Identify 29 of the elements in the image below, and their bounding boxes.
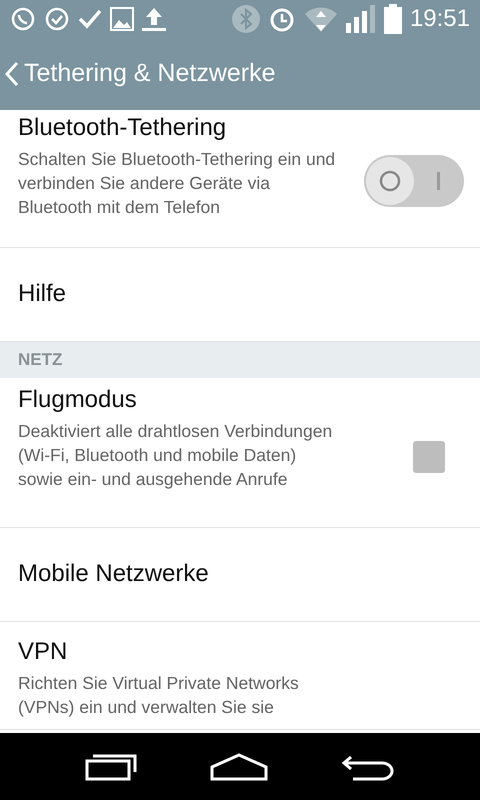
- settings-item[interactable]: VPN Richten Sie Virtual Private Networks (VPNs) ein und verwalten Sie sie: [0, 622, 480, 730]
- home-icon[interactable]: [210, 752, 268, 780]
- settings-item[interactable]: Mobile Netzwerke: [0, 528, 480, 622]
- chat-icon: [10, 6, 36, 32]
- signal-icon: [346, 5, 376, 33]
- recent-apps-icon[interactable]: [84, 752, 137, 780]
- item-title: Flugmodus: [18, 386, 138, 415]
- settings-item[interactable]: Flugmodus Deaktiviert alle drahtlosen Verbindungen (Wi-Fi, Bluetooth und mobile Daten) sowie ein- und ausgehende Anrufe: [0, 378, 480, 528]
- wifi-icon: [304, 5, 338, 33]
- upload-icon: [142, 6, 166, 32]
- chat-icon: [44, 6, 70, 32]
- item-title: Mobile Netzwerke: [18, 560, 209, 589]
- bluetooth-icon: [232, 5, 260, 33]
- item-description: Schalten Sie Bluetooth-Tethering ein und verbinden Sie andere Geräte via Bluetooth mit dem Telefon: [18, 148, 336, 219]
- section-header: NETZ: [0, 342, 480, 378]
- on-bar-icon: [437, 172, 440, 190]
- item-description: Richten Sie Virtual Private Networks (VPNs) ein und verwalten Sie sie: [18, 672, 300, 719]
- check-icon: [78, 8, 102, 30]
- checkbox[interactable]: [413, 440, 445, 472]
- image-icon: [110, 7, 134, 31]
- clock-time: 19:51: [410, 4, 470, 34]
- back-icon: [4, 61, 20, 87]
- toggle-switch[interactable]: [364, 154, 464, 206]
- item-title: VPN: [18, 638, 68, 667]
- item-title: Hilfe: [18, 280, 66, 309]
- settings-item[interactable]: Bluetooth-Tethering Schalten Sie Bluetooth-Tethering ein und verbinden Sie andere Geräte via Bluetooth mit dem Telefon: [0, 110, 480, 248]
- item-title: Bluetooth-Tethering: [18, 114, 228, 143]
- battery-icon: [384, 4, 402, 34]
- item-description: Deaktiviert alle drahtlosen Verbindungen (Wi-Fi, Bluetooth und mobile Daten) sowie ein- und ausgehende Anrufe: [18, 420, 334, 491]
